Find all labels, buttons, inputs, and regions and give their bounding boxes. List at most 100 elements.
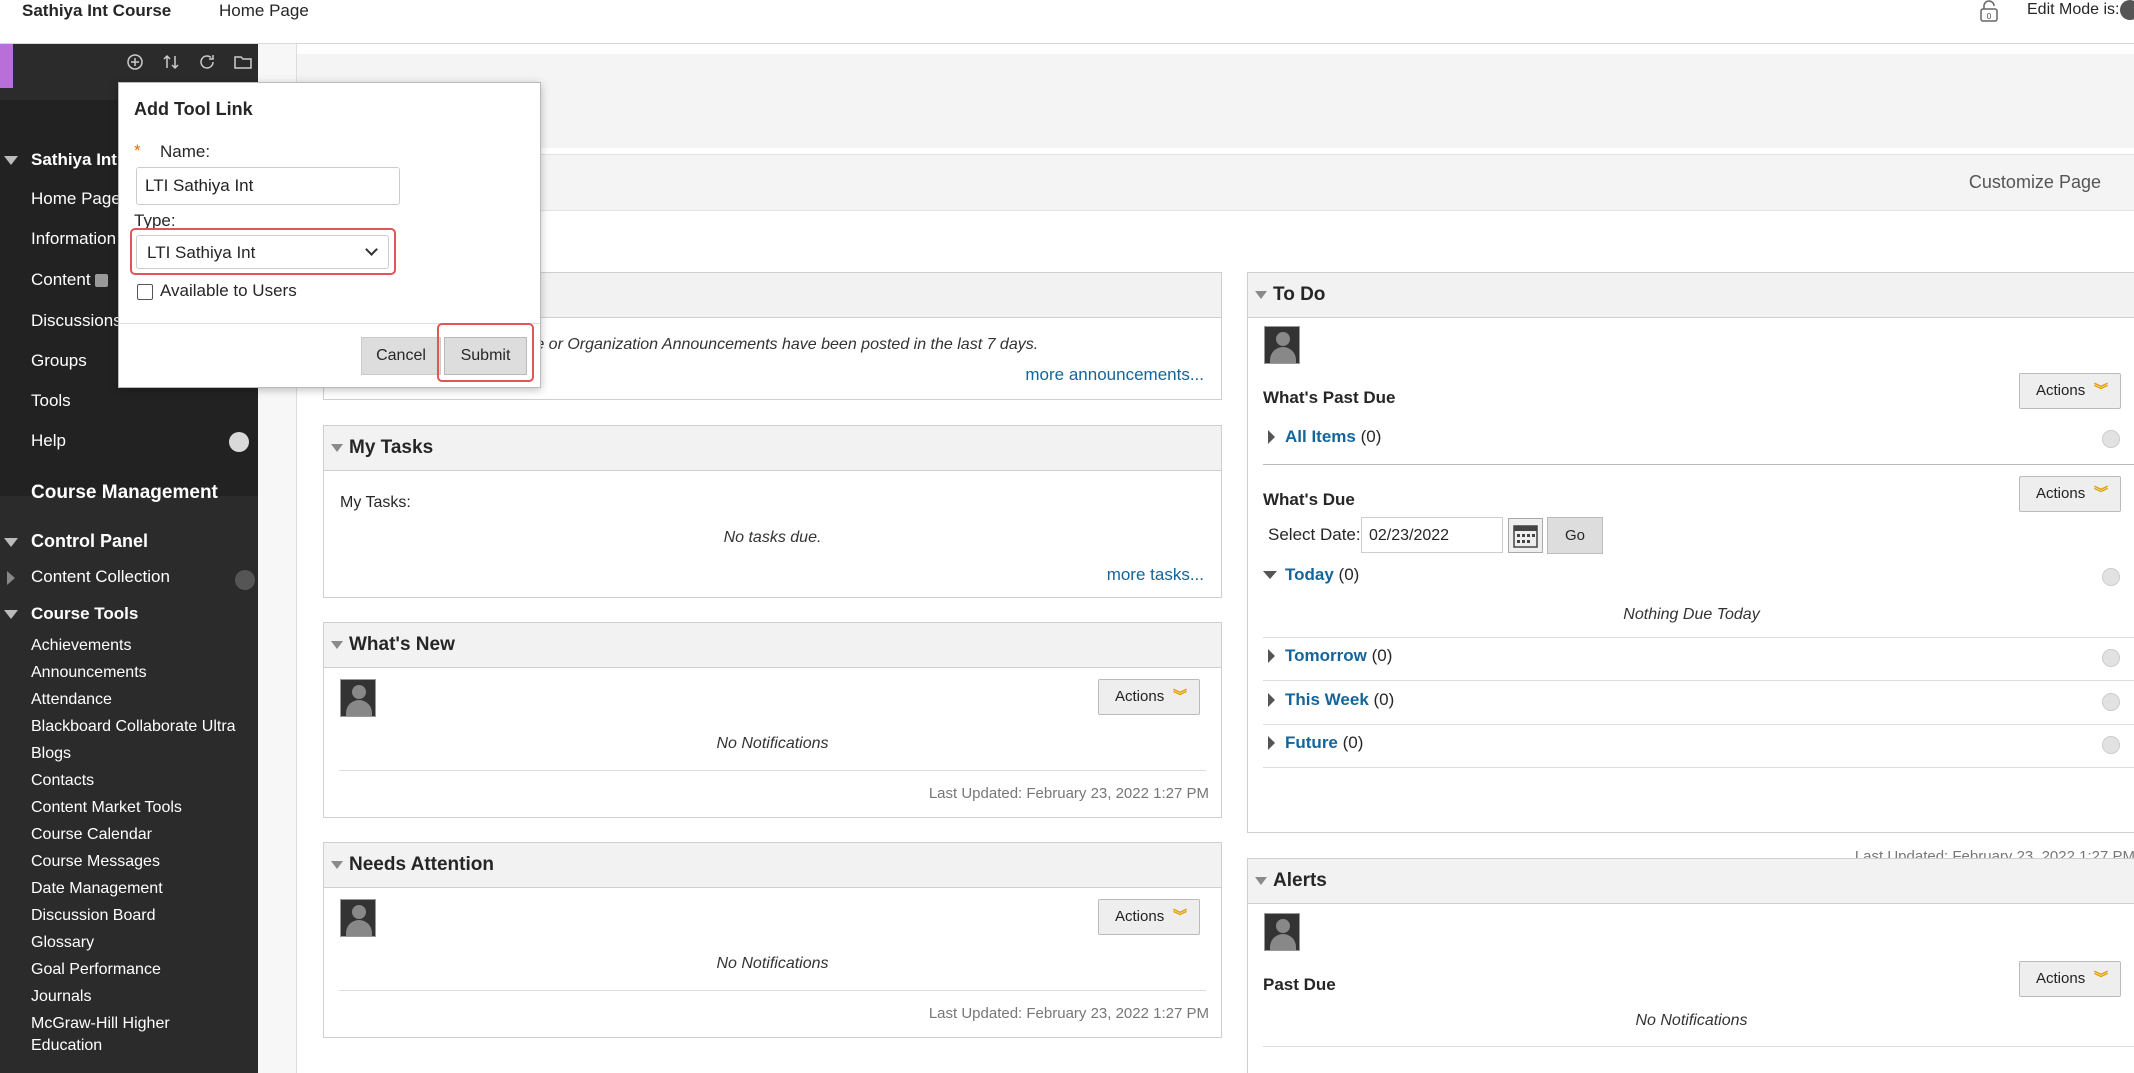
today-row[interactable]: Today (0) (1285, 565, 1359, 585)
my-tasks-collapse-icon[interactable] (331, 444, 343, 452)
reorder-icon[interactable] (161, 52, 181, 72)
type-select[interactable]: LTI Sathiya Int (136, 235, 389, 269)
tomorrow-expand-icon[interactable] (1268, 649, 1275, 663)
submit-button[interactable]: Submit (444, 337, 527, 375)
content-collection-arrow-icon[interactable] (235, 570, 255, 590)
control-panel-collapse-icon[interactable] (4, 538, 18, 547)
lock-icon[interactable]: 0 (1978, 0, 2000, 22)
future-expand-icon[interactable] (1268, 736, 1275, 750)
tool-course-messages[interactable]: Course Messages (31, 853, 160, 871)
more-announcements-link[interactable]: more announcements... (1025, 365, 1204, 385)
whats-new-title: What's New (349, 634, 455, 655)
alerts-collapse-icon[interactable] (1255, 877, 1267, 885)
help-options-icon[interactable] (229, 432, 249, 452)
tool-collaborate-ultra[interactable]: Blackboard Collaborate Ultra (31, 718, 236, 736)
actions-label: Actions (2036, 970, 2086, 987)
tool-date-management[interactable]: Date Management (31, 880, 163, 898)
chevron-double-down-icon: ︾ (2094, 382, 2108, 398)
more-tasks-link[interactable]: more tasks... (1107, 565, 1204, 585)
tomorrow-link[interactable]: Tomorrow (1285, 646, 1367, 665)
actions-label: Actions (2036, 485, 2086, 502)
today-options-icon[interactable] (2102, 568, 2120, 586)
tool-mcgraw-hill[interactable]: McGraw-Hill Higher (31, 1015, 170, 1033)
tool-content-market[interactable]: Content Market Tools (31, 799, 182, 817)
today-collapse-icon[interactable] (1263, 571, 1277, 579)
available-to-users-checkbox[interactable] (137, 284, 153, 300)
customize-page-link[interactable]: Customize Page (1969, 172, 2101, 193)
future-options-icon[interactable] (2102, 736, 2120, 754)
sidebar-item-content[interactable]: Content (31, 270, 108, 290)
whats-due-actions-button[interactable]: Actions ︾ (2019, 476, 2121, 512)
tool-discussion-board[interactable]: Discussion Board (31, 907, 156, 925)
tool-glossary[interactable]: Glossary (31, 934, 94, 952)
collapse-icon[interactable] (4, 156, 18, 165)
tool-blogs[interactable]: Blogs (31, 745, 71, 763)
tool-mcgraw-hill-line2[interactable]: Education (31, 1037, 102, 1055)
available-to-users-label[interactable]: Available to Users (160, 281, 297, 301)
sidebar-item-information[interactable]: Information (31, 229, 116, 249)
whats-new-empty: No Notifications (716, 735, 829, 752)
no-tasks-text: No tasks due. (723, 529, 822, 546)
content-collection-expand-icon[interactable] (7, 571, 15, 585)
alerts-empty: No Notifications (1635, 1012, 1748, 1029)
course-tools-collapse-icon[interactable] (4, 610, 18, 619)
tomorrow-options-icon[interactable] (2102, 649, 2120, 667)
needs-attention-empty: No Notifications (716, 955, 829, 972)
tool-goal-performance[interactable]: Goal Performance (31, 961, 161, 979)
sidebar-course-name[interactable]: Sathiya Int (31, 150, 117, 170)
folder-icon[interactable] (233, 52, 253, 72)
sidebar-item-home-page[interactable]: Home Page (31, 189, 121, 209)
tool-attendance[interactable]: Attendance (31, 691, 112, 709)
course-tools-heading[interactable]: Course Tools (31, 604, 138, 624)
this-week-expand-icon[interactable] (1268, 693, 1275, 707)
control-panel-heading[interactable]: Control Panel (31, 531, 148, 552)
tool-contacts[interactable]: Contacts (31, 772, 94, 790)
all-items-row[interactable]: All Items (0) (1285, 427, 1381, 447)
all-items-expand-icon[interactable] (1268, 430, 1275, 444)
tool-announcements[interactable]: Announcements (31, 664, 147, 682)
alerts-title: Alerts (1273, 870, 1327, 891)
whats-new-actions-button[interactable]: Actions ︾ (1098, 679, 1200, 715)
course-title[interactable]: Sathiya Int Course (22, 1, 171, 21)
todo-title: To Do (1273, 284, 1326, 305)
this-week-options-icon[interactable] (2102, 693, 2120, 711)
my-tasks-label: My Tasks: (340, 494, 411, 511)
all-items-options-icon[interactable] (2102, 430, 2120, 448)
past-due-actions-button[interactable]: Actions ︾ (2019, 373, 2121, 409)
alerts-module: Alerts Past Due Actions ︾ No Notification… (1247, 858, 2134, 1073)
needs-attention-header: Needs Attention (324, 843, 1221, 888)
sidebar-item-tools[interactable]: Tools (31, 391, 71, 411)
name-input[interactable] (136, 167, 400, 205)
tomorrow-row[interactable]: Tomorrow (0) (1285, 646, 1392, 666)
this-week-row[interactable]: This Week (0) (1285, 690, 1394, 710)
divider (1263, 464, 2134, 465)
sidebar-item-discussions[interactable]: Discussions (31, 311, 122, 331)
alerts-actions-button[interactable]: Actions ︾ (2019, 961, 2121, 997)
sidebar-item-groups[interactable]: Groups (31, 351, 87, 371)
todo-collapse-icon[interactable] (1255, 291, 1267, 299)
all-items-link[interactable]: All Items (1285, 427, 1356, 446)
calendar-icon[interactable] (1508, 518, 1543, 553)
content-collection-link[interactable]: Content Collection (31, 567, 170, 587)
go-button[interactable]: Go (1547, 517, 1603, 554)
edit-mode-toggle[interactable] (2120, 0, 2134, 20)
whats-new-collapse-icon[interactable] (331, 641, 343, 649)
needs-attention-collapse-icon[interactable] (331, 861, 343, 869)
whats-new-module: What's New Actions ︾ No Notifications Las… (323, 622, 1222, 818)
refresh-icon[interactable] (197, 52, 217, 72)
whats-new-header: What's New (324, 623, 1221, 668)
tool-course-calendar[interactable]: Course Calendar (31, 826, 152, 844)
future-row[interactable]: Future (0) (1285, 733, 1363, 753)
tool-achievements[interactable]: Achievements (31, 637, 132, 655)
today-link[interactable]: Today (1285, 565, 1334, 584)
sidebar-item-help[interactable]: Help (31, 431, 66, 451)
date-input[interactable]: 02/23/2022 (1361, 517, 1503, 553)
todo-header: To Do (1248, 273, 2134, 318)
breadcrumb-page: Home Page (219, 1, 309, 20)
add-menu-item-icon[interactable] (125, 52, 145, 72)
needs-attention-actions-button[interactable]: Actions ︾ (1098, 899, 1200, 935)
tool-journals[interactable]: Journals (31, 988, 91, 1006)
cancel-button[interactable]: Cancel (361, 337, 441, 375)
future-link[interactable]: Future (1285, 733, 1338, 752)
this-week-link[interactable]: This Week (1285, 690, 1369, 709)
